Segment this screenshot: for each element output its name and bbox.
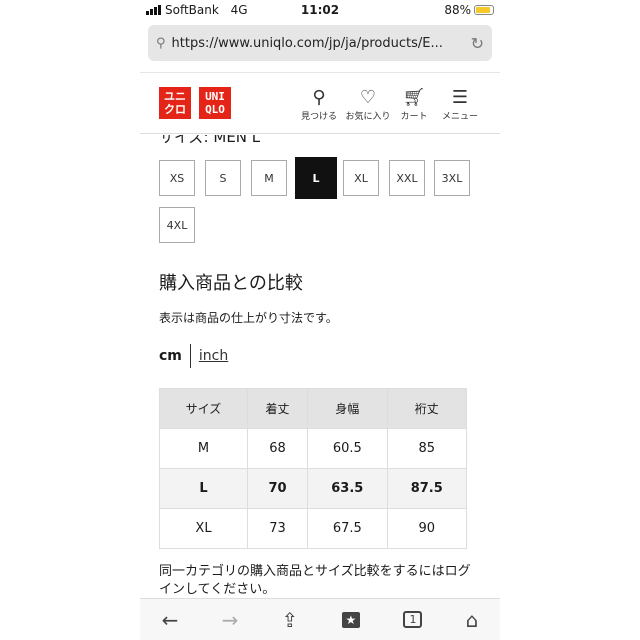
nav-search[interactable]: ⚲ 見つける (298, 87, 340, 122)
cell: 87.5 (386, 468, 468, 509)
size-option-xs[interactable]: XS (159, 160, 195, 196)
page-content: サイズ: MEN L XS S M L XL XXL 3XL 4XL 購入商品と… (140, 135, 500, 598)
site-header: ユニ クロ UNI QLO ⚲ 見つける ♡ お気に入り 🛒︎ カート ☰ メニュー (140, 72, 500, 134)
address-bar[interactable]: ⚲ https://www.uniqlo.com/jp/ja/products/… (148, 25, 492, 61)
nav-label: カート (400, 112, 428, 122)
cell: L (159, 468, 248, 509)
tabs-icon[interactable]: 1 (403, 611, 423, 628)
search-icon: ⚲ (312, 87, 326, 108)
size-option-4xl[interactable]: 4XL (159, 207, 195, 243)
compare-title: 購入商品との比較 (159, 273, 303, 294)
header-cell: サイズ (159, 388, 248, 429)
size-option-xl[interactable]: XL (343, 160, 379, 196)
header-cell: 身幅 (307, 388, 388, 429)
table-row: M 68 60.5 85 (159, 428, 468, 469)
header-cell: 着丈 (246, 388, 309, 429)
cell: 63.5 (307, 468, 388, 509)
size-option-xxl[interactable]: XXL (389, 160, 425, 196)
table-header: サイズ 着丈 身幅 裄丈 (159, 388, 468, 429)
bookmarks-icon[interactable]: ★ (341, 611, 361, 628)
battery-icon (474, 5, 494, 15)
nav-label: メニュー (441, 112, 478, 122)
heart-icon: ♡ (359, 87, 377, 108)
cell: 60.5 (307, 428, 388, 469)
login-prompt: 同一カテゴリの購入商品とサイズ比較をするにはログインしてください。 (159, 564, 471, 597)
back-icon[interactable]: ← (162, 608, 179, 632)
unit-cm[interactable]: cm (159, 348, 182, 364)
status-bar: SoftBank 4G 11:02 88% (140, 0, 500, 22)
size-table: サイズ 着丈 身幅 裄丈 M 68 60.5 85 L 70 63.5 87.5 XL 73 67.5… (159, 388, 468, 549)
cart-icon: 🛒︎ (402, 87, 426, 108)
cell: XL (159, 508, 248, 549)
nav-label: 見つける (300, 112, 337, 122)
size-option-m[interactable]: M (251, 160, 287, 196)
unit-inch-link[interactable]: inch (199, 348, 228, 364)
search-icon: ⚲ (156, 35, 166, 51)
menu-icon: ☰ (451, 87, 469, 108)
cell: 73 (246, 508, 309, 549)
home-icon[interactable]: ⌂ (466, 608, 479, 632)
cell: 67.5 (307, 508, 388, 549)
cell: 85 (386, 428, 468, 469)
table-row-selected: L 70 63.5 87.5 (159, 468, 468, 509)
battery-percent: 88% (444, 3, 471, 17)
size-option-s[interactable]: S (205, 160, 241, 196)
size-label: サイズ: MEN L (159, 135, 261, 146)
share-icon[interactable]: ⇪ (282, 608, 299, 632)
uniqlo-logo-en[interactable]: UNI QLO (199, 87, 231, 119)
nav-cart[interactable]: 🛒︎ カート (396, 87, 432, 122)
cell: 90 (386, 508, 468, 549)
header-cell: 裄丈 (386, 388, 468, 429)
uniqlo-logo-jp[interactable]: ユニ クロ (159, 87, 191, 119)
size-option-3xl[interactable]: 3XL (434, 160, 470, 196)
forward-icon[interactable]: → (222, 608, 239, 632)
phone-screen: SoftBank 4G 11:02 88% ⚲ https://www.uniq… (140, 0, 500, 640)
cell: 68 (246, 428, 309, 469)
nav-menu[interactable]: ☰ メニュー (438, 87, 482, 122)
divider (189, 344, 191, 368)
nav-label: お気に入り (345, 112, 391, 122)
cell: 70 (246, 468, 309, 509)
compare-note: 表示は商品の仕上がり寸法です。 (159, 311, 338, 325)
size-option-l-selected[interactable]: L (295, 157, 337, 199)
reload-icon[interactable]: ↻ (471, 34, 484, 53)
url-text: https://www.uniqlo.com/jp/ja/products/E.… (171, 35, 443, 51)
unit-toggle: cm inch (159, 344, 228, 368)
browser-toolbar: ← → ⇪ ★ 1 ⌂ (140, 598, 500, 640)
table-row: XL 73 67.5 90 (159, 508, 468, 549)
nav-favorites[interactable]: ♡ お気に入り (342, 87, 394, 122)
cell: M (159, 428, 248, 469)
